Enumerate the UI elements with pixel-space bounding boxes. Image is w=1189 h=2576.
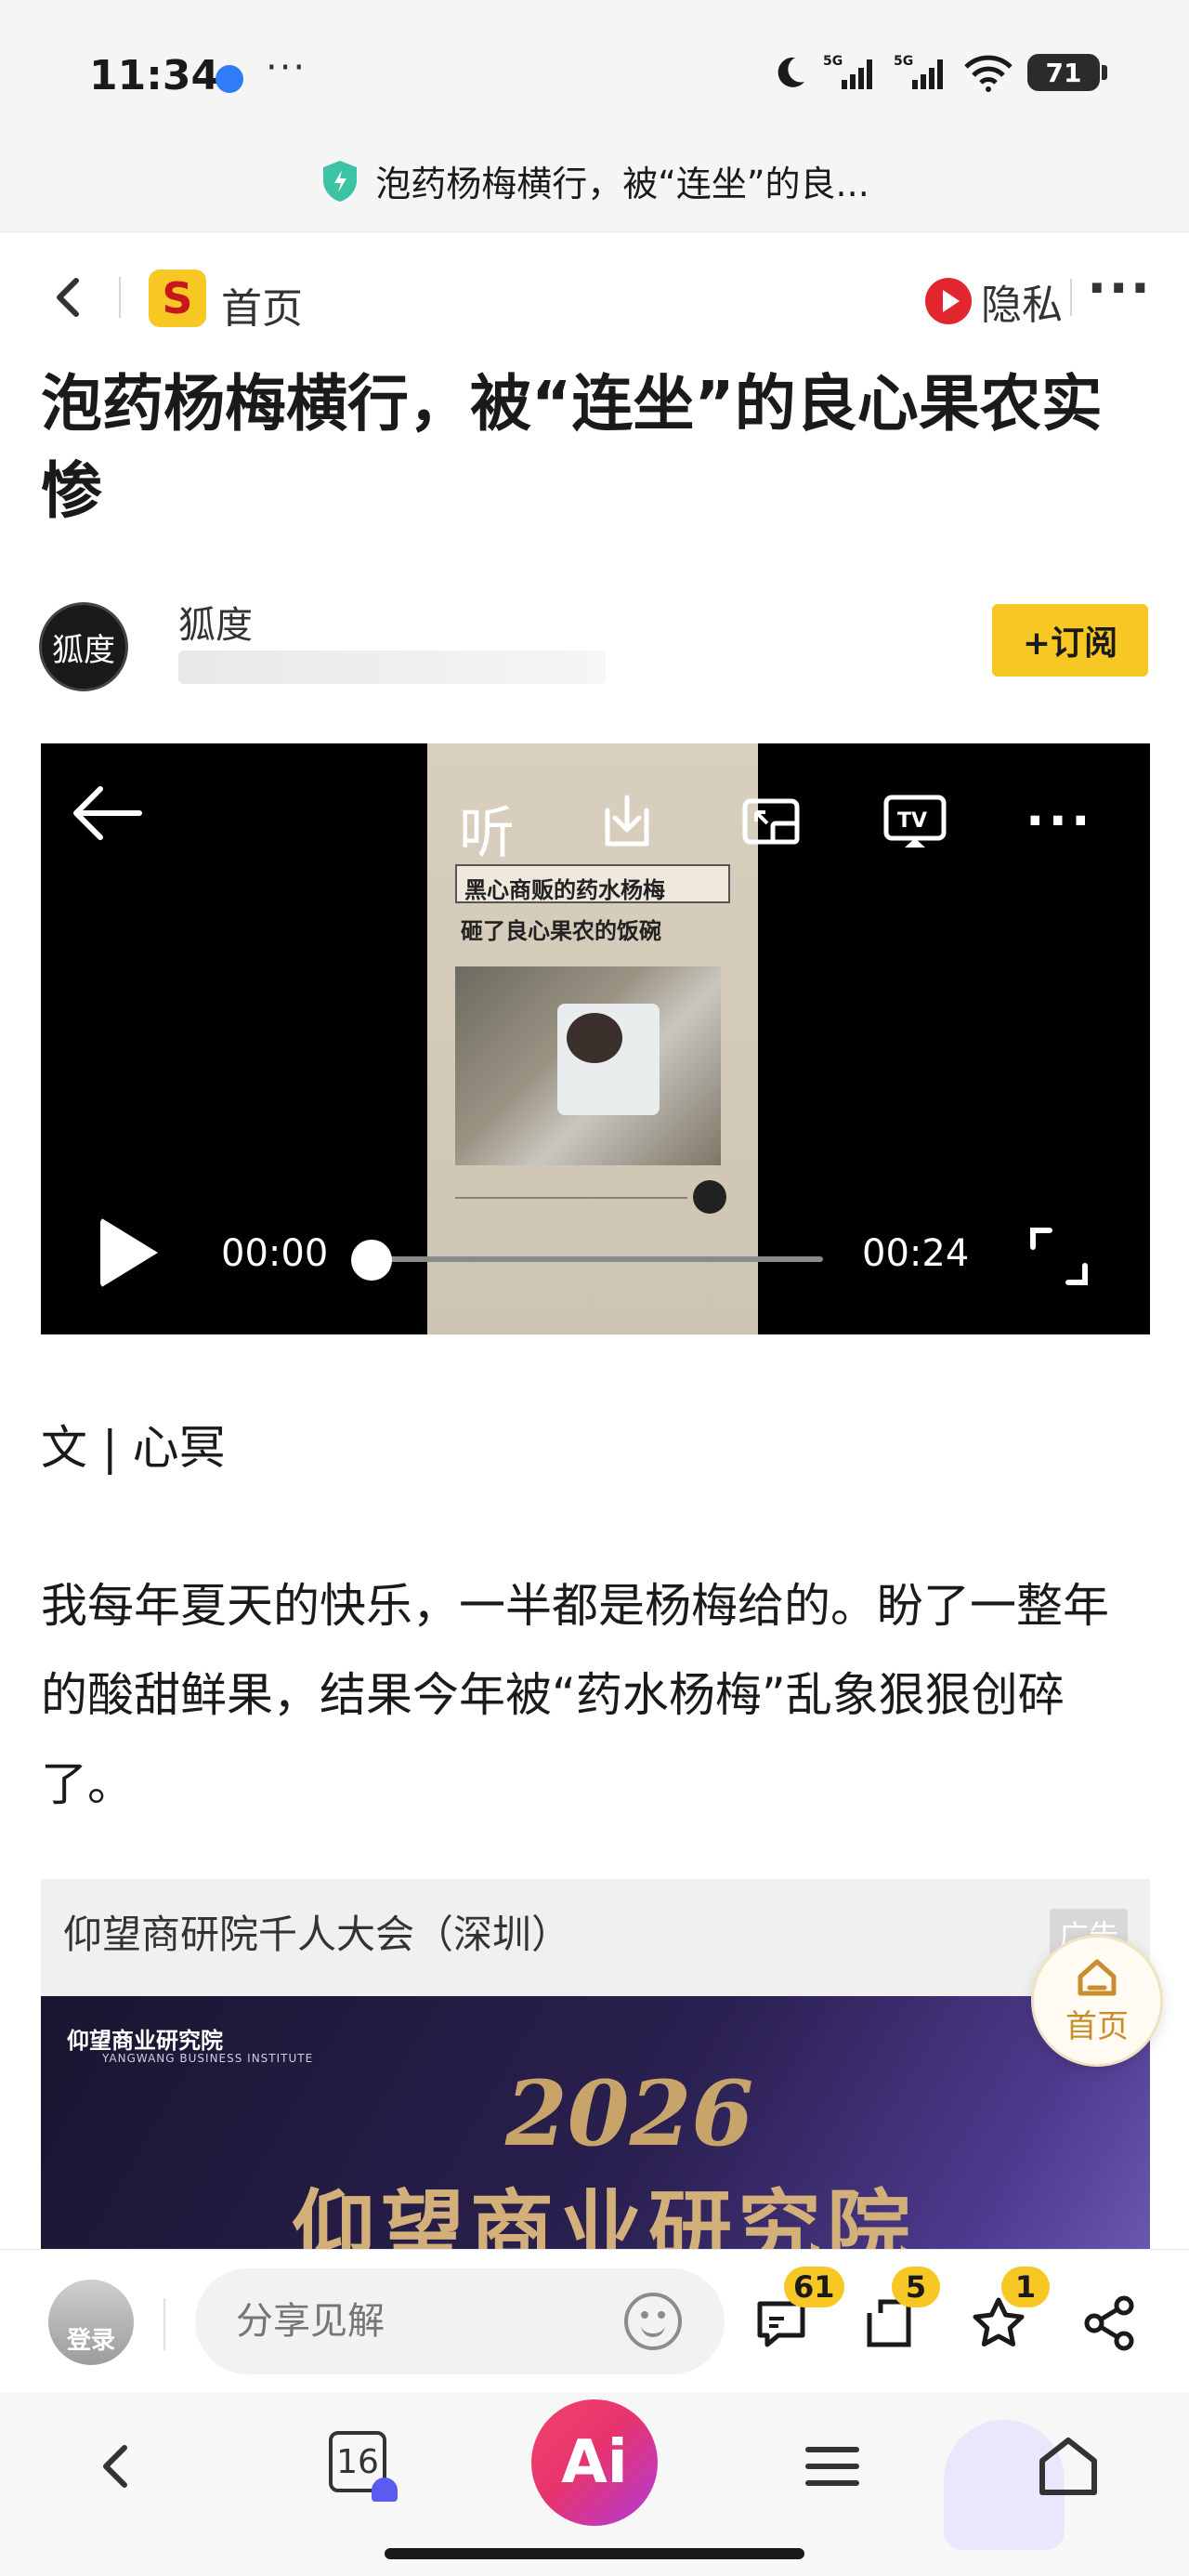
emoji-icon[interactable] — [624, 2293, 682, 2350]
video-player[interactable]: 黑心商贩的药水杨梅 砸了良心果农的饭碗 听 TV ··· 00:00 00:24 — [41, 743, 1150, 1334]
more-menu-button[interactable]: ··· — [1087, 258, 1152, 319]
author-meta-blurred — [178, 651, 606, 684]
status-bar: 11:34 ··· 5G 5G 71 — [0, 0, 1189, 130]
battery-indicator: 71 — [1027, 54, 1107, 91]
svg-text:5G: 5G — [894, 54, 913, 69]
video-photo-object — [567, 1013, 622, 1063]
comment-bar-divider — [163, 2298, 165, 2350]
browser-home-icon[interactable] — [1031, 2429, 1105, 2504]
status-more: ··· — [266, 46, 307, 89]
play-icon[interactable] — [100, 1217, 158, 1288]
favorite-count-badge: 1 — [1001, 2267, 1050, 2307]
floating-home-button[interactable]: 首页 — [1031, 1935, 1163, 2067]
article-paragraph: 我每年夏天的快乐，一半都是杨梅给的。盼了一整年的酸甜鲜果，结果今年被“药水杨梅”… — [41, 1579, 1109, 1811]
url-bar[interactable]: 泡药杨梅横行，被“连坐”的良... — [0, 130, 1189, 232]
sohu-logo-icon[interactable]: S — [149, 269, 206, 327]
nav-divider — [119, 277, 121, 318]
video-caption-2: 砸了良心果农的饭碗 — [461, 917, 661, 944]
incognito-ghost-icon — [372, 2477, 398, 2502]
shield-icon — [323, 160, 358, 202]
signal-icon-2: 5G — [894, 54, 943, 89]
ad-brand-subtitle: YANGWANG BUSINESS INSTITUTE — [102, 2052, 314, 2065]
wifi-icon — [964, 55, 1013, 92]
privacy-button[interactable]: 隐私 — [925, 271, 1063, 331]
login-avatar[interactable]: 登录 — [48, 2280, 134, 2365]
home-icon — [1078, 1959, 1117, 1995]
download-icon[interactable] — [594, 792, 660, 851]
video-caption-1: 黑心商贩的药水杨梅 — [455, 864, 730, 903]
article-nav: S 首页 隐私 ··· — [0, 251, 1189, 344]
svg-text:5G: 5G — [823, 54, 843, 69]
comment-bar: 登录 61 5 1 — [0, 2249, 1189, 2392]
status-icons: 5G 5G 71 — [771, 52, 1107, 93]
current-time: 00:00 — [221, 1232, 329, 1275]
ad-headline: 仰望商业研究院 — [292, 2180, 916, 2251]
author-avatar[interactable]: 狐度 — [39, 602, 128, 691]
play-circle-icon — [925, 278, 972, 324]
subscribe-button[interactable]: +订阅 — [992, 604, 1148, 677]
pip-icon[interactable] — [739, 792, 804, 851]
ad-card[interactable]: 仰望商研院千人大会（深圳） 广告 仰望商业研究院 YANGWANG BUSINE… — [41, 1879, 1150, 2251]
fullscreen-icon[interactable] — [1029, 1227, 1089, 1286]
video-more-button[interactable]: ··· — [1026, 792, 1094, 850]
browser-toolbar: 16 Ai — [0, 2392, 1189, 2576]
url-title: 泡药杨梅横行，被“连坐”的良... — [375, 164, 869, 204]
listen-button[interactable]: 听 — [459, 788, 515, 869]
author-name[interactable]: 狐度 — [178, 595, 253, 649]
video-back-icon[interactable] — [69, 781, 143, 846]
video-watermark-logo — [693, 1180, 726, 1214]
article-title: 泡药杨梅横行，被“连坐”的良心果农实惨 — [41, 368, 1103, 527]
moon-icon — [777, 57, 804, 87]
share-icon[interactable] — [1081, 2294, 1139, 2352]
ad-title: 仰望商研院千人大会（深圳） — [63, 1912, 571, 1957]
browser-back-icon[interactable] — [80, 2429, 154, 2504]
ai-button[interactable]: Ai — [531, 2399, 658, 2526]
ad-brand-logo: 仰望商业研究院 — [67, 2028, 223, 2054]
nav-divider-2 — [1070, 279, 1072, 316]
privacy-label: 隐私 — [981, 282, 1063, 329]
video-frame-line — [455, 1197, 687, 1199]
ad-image[interactable]: 仰望商业研究院 YANGWANG BUSINESS INSTITUTE 2026… — [41, 1996, 1150, 2251]
comment-count-badge: 61 — [784, 2267, 844, 2307]
status-time: 11:34 — [89, 52, 220, 99]
video-photo — [455, 966, 721, 1165]
progress-track[interactable] — [373, 1256, 823, 1262]
ad-year: 2026 — [505, 2061, 754, 2166]
menu-icon[interactable] — [795, 2429, 869, 2504]
back-icon[interactable] — [41, 269, 97, 325]
svg-text:TV: TV — [897, 809, 927, 833]
repost-count-badge: 5 — [892, 2267, 940, 2307]
signal-icon: 5G — [823, 54, 872, 89]
notification-dot-icon — [216, 65, 243, 93]
tv-cast-icon[interactable]: TV — [882, 792, 947, 851]
home-link[interactable]: 首页 — [221, 275, 303, 335]
system-home-indicator[interactable] — [385, 2548, 804, 2559]
article-byline: 文 | 心冥 — [41, 1421, 226, 1475]
floating-home-label: 首页 — [1065, 2007, 1129, 2045]
duration: 00:24 — [862, 1232, 970, 1275]
progress-handle[interactable] — [351, 1240, 392, 1281]
